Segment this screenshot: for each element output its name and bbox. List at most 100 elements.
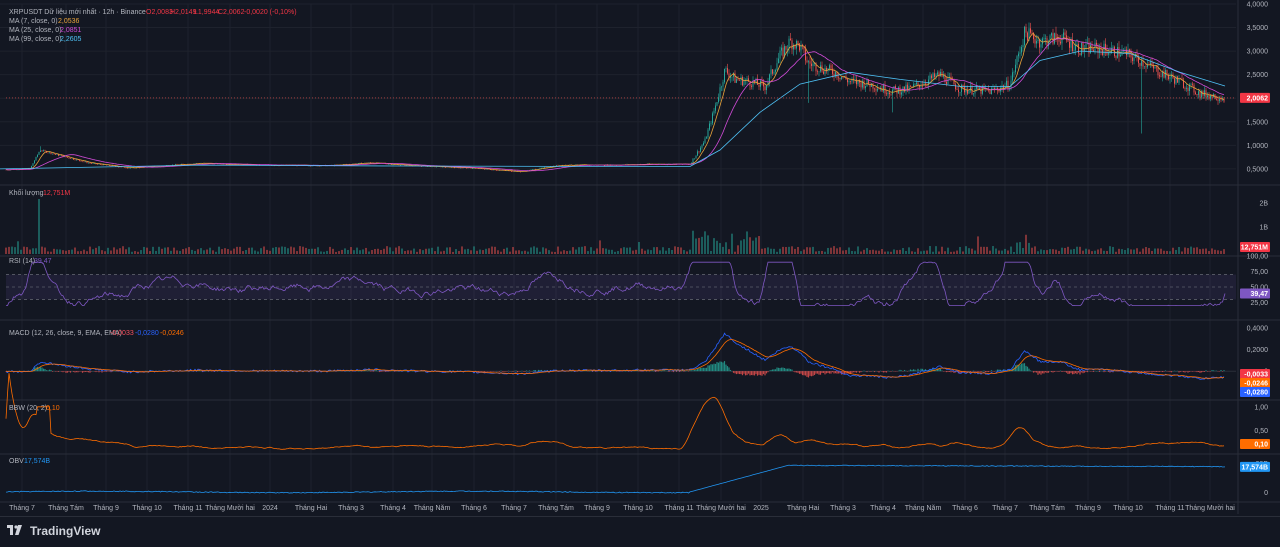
macd-histogram-bar (769, 371, 770, 372)
volume-title[interactable]: Khối lượng (9, 188, 44, 197)
macd-histogram-bar (724, 361, 725, 371)
candle-body (1146, 66, 1147, 67)
candle-body (1186, 88, 1187, 89)
ma7-value: 2,0536 (58, 18, 80, 25)
candle-body (1036, 41, 1037, 44)
macd-histogram-bar (529, 371, 530, 372)
macd-tick: 0,2000 (1247, 347, 1269, 354)
volume-bar (884, 252, 885, 254)
volume-bar (269, 251, 270, 254)
volume-bar (503, 249, 504, 254)
trading-chart[interactable]: 4,00003,50003,00002,50002,00001,50001,00… (0, 0, 1280, 546)
volume-bar (1148, 248, 1149, 254)
macd-histogram-bar (977, 371, 978, 372)
ma99-label[interactable]: MA (99, close, 0) (9, 36, 62, 43)
macd-histogram-bar (1027, 367, 1028, 371)
volume-bar (1040, 249, 1041, 254)
volume-bar (872, 250, 873, 254)
volume-bar (446, 248, 447, 254)
macd-histogram-bar (1159, 371, 1160, 372)
candle-body (1150, 63, 1151, 65)
volume-bar (785, 247, 786, 254)
macd-histogram-bar (761, 371, 762, 376)
volume-bar (605, 249, 606, 254)
volume-bar (464, 249, 465, 254)
candle-body (847, 79, 848, 82)
candle-body (1141, 61, 1142, 66)
candle-body (1071, 39, 1072, 47)
macd-histogram-bar (533, 370, 534, 371)
macd-histogram-bar (773, 369, 774, 371)
volume-bar (380, 250, 381, 254)
macd-histogram-bar (725, 365, 726, 372)
obv-title[interactable]: OBV (9, 458, 24, 465)
macd-histogram-bar (41, 368, 42, 372)
volume-bar (614, 252, 615, 254)
macd-histogram-bar (703, 368, 704, 371)
candle-body (912, 86, 913, 87)
volume-bar (551, 252, 552, 254)
volume-bar (647, 250, 648, 254)
candle-body (1192, 84, 1193, 85)
volume-bar (953, 252, 954, 254)
macd-histogram-bar (104, 371, 105, 372)
macd-histogram-bar (748, 371, 749, 374)
bbw-title[interactable]: BBW (20, 2) (9, 405, 47, 412)
macd-histogram-bar (517, 371, 518, 372)
volume-bar (212, 250, 213, 254)
volume-bar (263, 246, 264, 254)
candle-body (973, 93, 974, 94)
volume-bar (833, 246, 834, 254)
volume-bar (1055, 250, 1056, 254)
candle-body (543, 167, 544, 168)
volume-bar (1022, 248, 1023, 254)
macd-histogram-bar (713, 364, 714, 371)
volume-bar (209, 248, 210, 254)
ma25-label[interactable]: MA (25, close, 0) (9, 27, 62, 34)
macd-histogram-bar (1183, 371, 1184, 372)
volume-bar (506, 248, 507, 254)
candle-body (43, 150, 44, 151)
macd-histogram-bar (43, 369, 44, 371)
candle-body (1144, 66, 1145, 67)
volume-bar (443, 251, 444, 254)
tradingview-logo[interactable]: TradingView (7, 524, 100, 538)
volume-bar (737, 245, 738, 254)
candle-body (400, 165, 401, 166)
volume-bar (950, 252, 951, 254)
volume-bar (1214, 250, 1215, 254)
macd-histogram-bar (374, 370, 375, 371)
rsi-title[interactable]: RSI (14) (9, 258, 35, 265)
candle-body (42, 151, 43, 152)
volume-bar (629, 247, 630, 254)
candle-body (717, 102, 718, 106)
candle-body (66, 156, 67, 157)
macd-histogram-bar (811, 371, 812, 376)
volume-bar (632, 251, 633, 254)
volume-bar (602, 248, 603, 254)
volume-bar (944, 251, 945, 254)
volume-bar (473, 246, 474, 254)
volume-bar (344, 248, 345, 254)
time-tick-label: Tháng 6 (461, 505, 487, 512)
macd-histogram-bar (61, 371, 62, 372)
volume-bar (563, 250, 564, 254)
volume-bar (827, 248, 828, 254)
volume-bar (752, 241, 753, 254)
macd-value-macd: -0,0280 (135, 330, 159, 337)
ma7-label[interactable]: MA (7, close, 0) (9, 18, 58, 25)
volume-bar (836, 248, 837, 254)
volume-bar (332, 249, 333, 254)
candle-body (712, 113, 713, 123)
volume-bar (1004, 249, 1005, 254)
macd-title[interactable]: MACD (12, 26, close, 9, EMA, EMA) (9, 330, 122, 337)
candle-body (1198, 91, 1199, 95)
macd-histogram-bar (1157, 371, 1158, 372)
symbol-title[interactable]: XRPUSDT Dữ liệu mới nhất · 12h · Binance (9, 7, 146, 16)
macd-histogram-bar (1085, 371, 1086, 372)
candle-body (1014, 72, 1015, 73)
volume-bar (347, 250, 348, 254)
time-tick-label: Tháng 4 (870, 505, 896, 512)
volume-bar (248, 248, 249, 254)
volume-bar (422, 250, 423, 254)
